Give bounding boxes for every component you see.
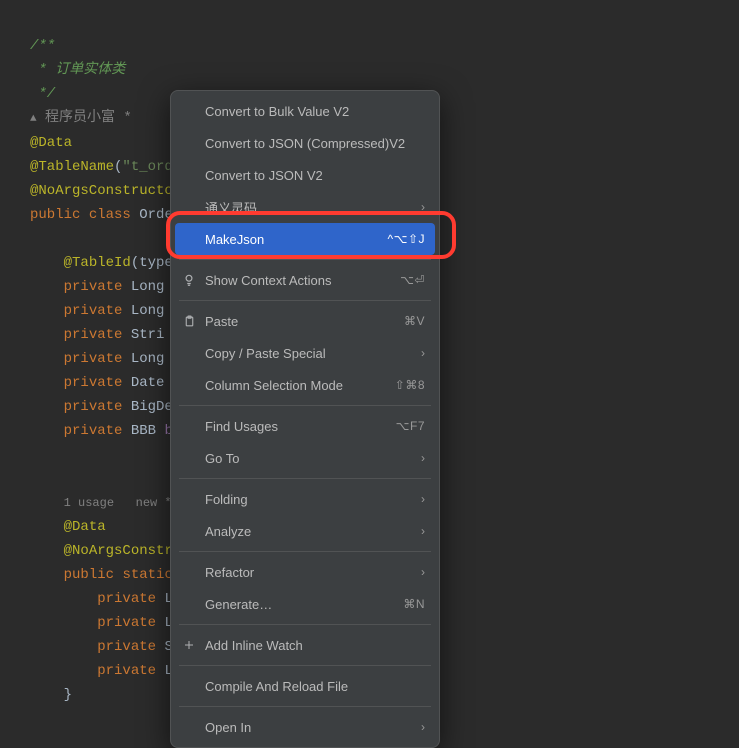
menu-convert-bulk[interactable]: Convert to Bulk Value V2 [171, 95, 439, 127]
menu-label: MakeJson [205, 232, 387, 247]
kw-private-10: private [97, 639, 156, 655]
menu-makejson[interactable]: MakeJson ^⌥⇧J [175, 223, 435, 255]
menu-folding[interactable]: Folding › [171, 483, 439, 515]
menu-show-context-actions[interactable]: Show Context Actions ⌥⏎ [171, 264, 439, 296]
plus-icon [181, 637, 197, 653]
kw-private-2: private [64, 303, 123, 319]
menu-find-usages[interactable]: Find Usages ⌥F7 [171, 410, 439, 442]
kw-private-1: private [64, 279, 123, 295]
menu-paste[interactable]: Paste ⌘V [171, 305, 439, 337]
menu-convert-json[interactable]: Convert to JSON V2 [171, 159, 439, 191]
menu-label: Compile And Reload File [205, 679, 425, 694]
menu-label: Convert to JSON V2 [205, 168, 425, 183]
chevron-right-icon: › [421, 492, 425, 506]
anno-tableid: @TableId [64, 255, 131, 271]
menu-separator [179, 300, 431, 301]
kw-class: class [89, 207, 131, 223]
menu-label: Folding [205, 492, 421, 507]
menu-add-inline-watch[interactable]: Add Inline Watch [171, 629, 439, 661]
kw-private-3: private [64, 327, 123, 343]
menu-convert-json-compressed[interactable]: Convert to JSON (Compressed)V2 [171, 127, 439, 159]
kw-private-8: private [97, 591, 156, 607]
menu-label: Refactor [205, 565, 421, 580]
menu-separator [179, 259, 431, 260]
menu-shortcut: ⌘V [404, 314, 425, 328]
menu-separator [179, 665, 431, 666]
inner-anno-data: @Data [64, 519, 106, 535]
menu-shortcut: ⌘N [403, 597, 425, 611]
menu-label: Column Selection Mode [205, 378, 395, 393]
menu-copy-paste-special[interactable]: Copy / Paste Special › [171, 337, 439, 369]
menu-label: Convert to JSON (Compressed)V2 [205, 136, 425, 151]
menu-label: Analyze [205, 524, 421, 539]
type-long-2: Long [131, 303, 165, 319]
menu-generate[interactable]: Generate… ⌘N [171, 588, 439, 620]
menu-open-in[interactable]: Open In › [171, 711, 439, 743]
type-long-3: Long [131, 351, 165, 367]
menu-refactor[interactable]: Refactor › [171, 556, 439, 588]
menu-goto[interactable]: Go To › [171, 442, 439, 474]
menu-label: Convert to Bulk Value V2 [205, 104, 425, 119]
author-icon: ▲ [30, 113, 37, 125]
cls-name: Orde [139, 207, 173, 223]
menu-column-selection[interactable]: Column Selection Mode ⇧⌘8 [171, 369, 439, 401]
menu-shortcut: ⌥F7 [396, 419, 425, 433]
menu-label: Go To [205, 451, 421, 466]
tableid-arg: (type [131, 255, 173, 271]
menu-separator [179, 405, 431, 406]
type-date: Date [131, 375, 165, 391]
menu-separator [179, 706, 431, 707]
inner-anno-noargs: @NoArgsConstr [64, 543, 173, 559]
kw-private-7: private [64, 423, 123, 439]
menu-shortcut: ⇧⌘8 [395, 378, 425, 392]
kw-private-11: private [97, 663, 156, 679]
comment-open: /** [30, 38, 55, 54]
type-bbb: BBB [131, 423, 156, 439]
kw-private-4: private [64, 351, 123, 367]
menu-label: Show Context Actions [205, 273, 400, 288]
kw-private-9: private [97, 615, 156, 631]
chevron-right-icon: › [421, 200, 425, 214]
str-table: "t_ord [122, 159, 172, 175]
chevron-right-icon: › [421, 720, 425, 734]
chevron-right-icon: › [421, 565, 425, 579]
menu-label: Generate… [205, 597, 403, 612]
comment-close: */ [30, 86, 55, 102]
menu-separator [179, 478, 431, 479]
menu-analyze[interactable]: Analyze › [171, 515, 439, 547]
type-bigdec: BigDe [131, 399, 173, 415]
menu-label: 通义灵码 [205, 198, 421, 217]
menu-label: Paste [205, 314, 404, 329]
anno-data: @Data [30, 135, 72, 151]
menu-tongyi[interactable]: 通义灵码 › [171, 191, 439, 223]
menu-label: Find Usages [205, 419, 396, 434]
usage-hint: 1 usage new * [64, 496, 172, 510]
menu-shortcut: ^⌥⇧J [387, 232, 425, 246]
kw-static: static [122, 567, 172, 583]
menu-label: Add Inline Watch [205, 638, 425, 653]
kw-private-6: private [64, 399, 123, 415]
menu-compile-reload[interactable]: Compile And Reload File [171, 670, 439, 702]
author-text: 程序员小富 * [45, 110, 132, 126]
menu-separator [179, 624, 431, 625]
anno-tablename: @TableName [30, 159, 114, 175]
kw-public: public [30, 207, 80, 223]
context-menu: Convert to Bulk Value V2 Convert to JSON… [170, 90, 440, 748]
bulb-icon [181, 272, 197, 288]
chevron-right-icon: › [421, 524, 425, 538]
type-string: Stri [131, 327, 165, 343]
menu-shortcut: ⌥⏎ [400, 273, 425, 287]
kw-public-2: public [64, 567, 114, 583]
chevron-right-icon: › [421, 346, 425, 360]
comment-line: * 订单实体类 [30, 62, 125, 78]
type-long-1: Long [131, 279, 165, 295]
anno-noargs: @NoArgsConstructo [30, 183, 173, 199]
brace-close: } [64, 687, 72, 703]
chevron-right-icon: › [421, 451, 425, 465]
clipboard-icon [181, 313, 197, 329]
menu-separator [179, 551, 431, 552]
menu-label: Copy / Paste Special [205, 346, 421, 361]
kw-private-5: private [64, 375, 123, 391]
menu-label: Open In [205, 720, 421, 735]
